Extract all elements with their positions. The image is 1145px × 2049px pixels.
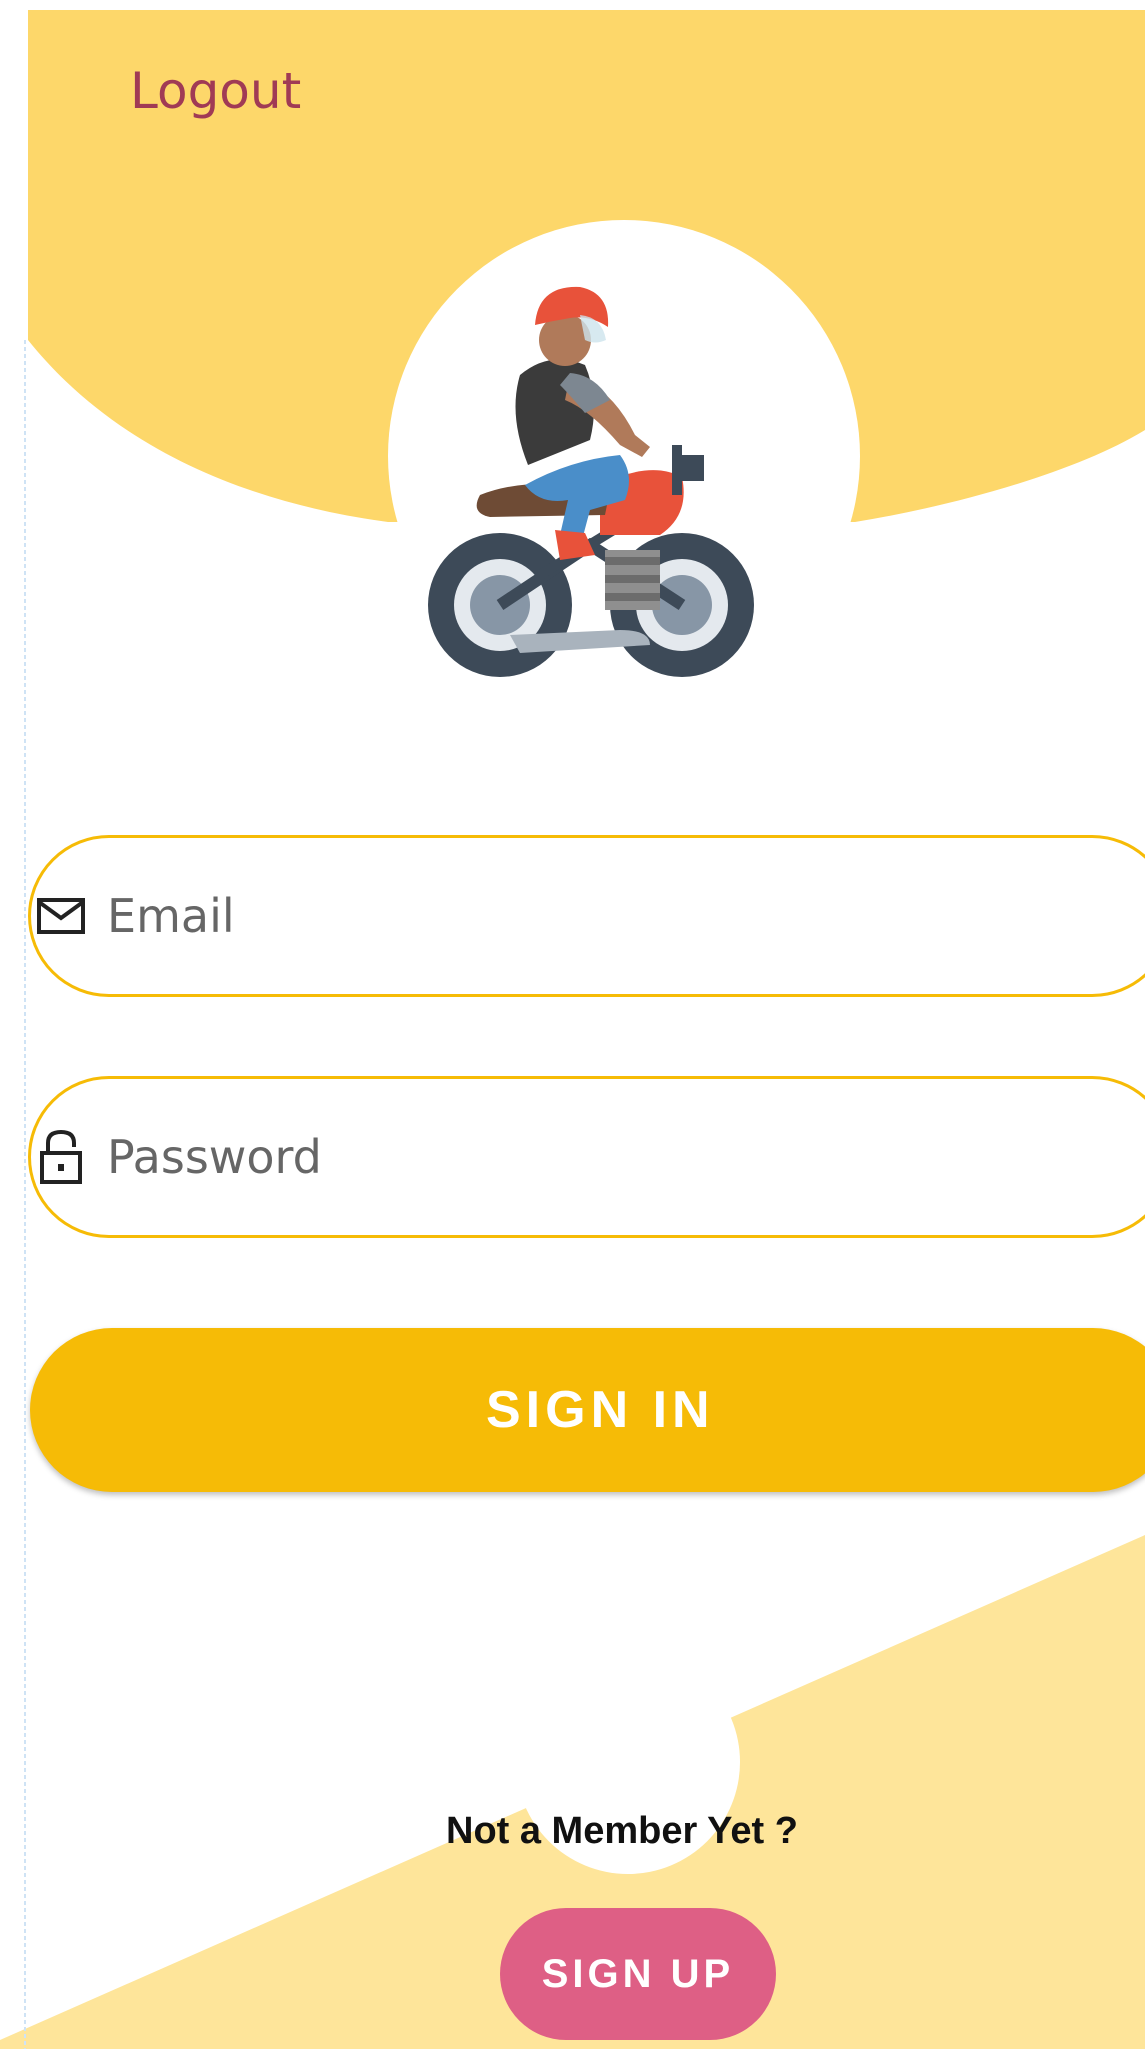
sign-in-button[interactable]: SIGN IN [30,1328,1145,1492]
lock-icon [33,1129,89,1185]
motorcycle-rider-icon [428,286,754,677]
password-field[interactable] [28,1076,1145,1238]
not-member-prompt: Not a Member Yet ? [446,1810,798,1852]
sign-up-button[interactable]: SIGN UP [500,1908,776,2040]
email-field[interactable] [28,835,1145,997]
password-input[interactable] [107,1130,1007,1184]
logout-link[interactable]: Logout [130,62,301,120]
envelope-icon [33,888,89,944]
email-input[interactable] [107,889,1007,943]
